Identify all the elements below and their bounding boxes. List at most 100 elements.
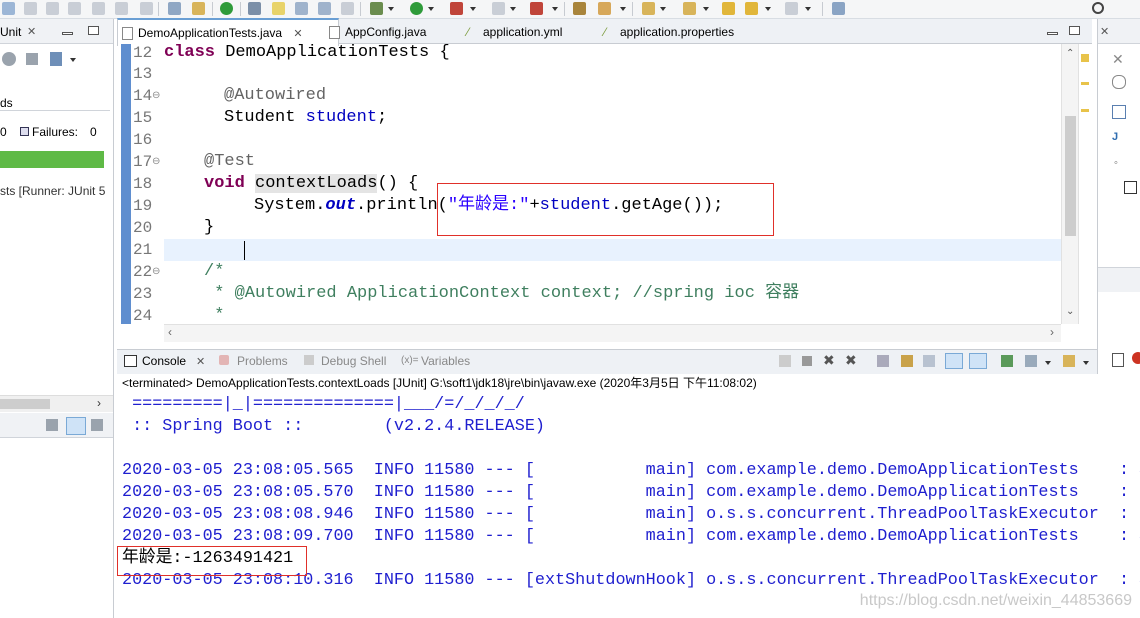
toolbar-icon[interactable] [115, 2, 128, 15]
console-status: <terminated> DemoApplicationTests.contex… [117, 374, 1102, 392]
code-area[interactable]: class DemoApplicationTests { @Autowired … [164, 0, 1061, 324]
terminate-icon[interactable] [802, 356, 812, 366]
line-number: 12 [133, 44, 153, 62]
failures-label: Failures: [32, 125, 79, 139]
compare-icon[interactable] [46, 419, 58, 431]
toolbar-icon[interactable] [24, 2, 37, 15]
line-number: 24 [133, 307, 153, 325]
toolbar-icon[interactable] [92, 2, 105, 15]
watermark: https://blog.csdn.net/weixin_44853669 [859, 592, 1132, 609]
console-icon [124, 355, 137, 367]
console-tabbar: Console ✕ Problems Debug Shell (x)= Vari… [117, 349, 1097, 375]
overview-ruler [1078, 44, 1093, 324]
text-cursor [244, 241, 245, 260]
line-number: 19 [133, 197, 153, 215]
highlight-box [117, 546, 307, 576]
line-number: 16 [133, 131, 153, 149]
status-icon[interactable] [1132, 352, 1140, 364]
code-line: * [204, 306, 225, 324]
problems-icon [219, 355, 229, 365]
close-icon[interactable]: ✕ [1100, 25, 1109, 38]
line-number: 17 [133, 153, 153, 171]
open-console-icon[interactable] [1063, 355, 1075, 367]
tab-variables[interactable]: Variables [421, 354, 470, 368]
scroll-up-icon[interactable]: ⌃ [1066, 48, 1074, 59]
layout-icon[interactable] [91, 419, 103, 431]
code-line: @Test [204, 152, 256, 171]
checkbox[interactable] [1124, 181, 1137, 194]
console-line: 2020-03-05 23:08:05.565 INFO 11580 --- [… [122, 461, 1140, 480]
code-line: void contextLoads() { [204, 174, 419, 193]
failures-count: 0 [90, 125, 97, 139]
console-line: 2020-03-05 23:08:08.946 INFO 11580 --- [… [122, 505, 1140, 524]
toolbar-icon[interactable] [140, 2, 153, 15]
filter-icon[interactable] [66, 417, 86, 435]
remove-launch-icon[interactable]: ✖ [823, 352, 835, 369]
scroll-down-icon[interactable]: ⌄ [1066, 306, 1074, 317]
display-console-icon[interactable] [1025, 355, 1037, 367]
runner-label[interactable]: sts [Runner: JUnit 5 [0, 184, 105, 198]
highlight-box [437, 183, 774, 236]
maximize-icon[interactable] [1069, 26, 1080, 35]
pin-console-icon[interactable] [1001, 355, 1013, 367]
console-output[interactable]: =========|_|==============|___/=/_/_/_/ … [117, 392, 1140, 618]
outline-tabbar: ✕ [1098, 19, 1140, 44]
word-wrap-icon[interactable] [923, 355, 935, 367]
editor-hscrollbar[interactable]: ‹ › [164, 324, 1061, 342]
search-icon[interactable] [1092, 2, 1104, 14]
clear-console-icon[interactable] [877, 355, 889, 367]
code-line: Student student; [224, 108, 388, 127]
line-number: 14 [133, 87, 153, 105]
junit-tab[interactable]: Unit ✕ [0, 19, 113, 44]
toolbar-icon[interactable] [46, 2, 59, 15]
toolbar-icon[interactable] [68, 2, 81, 15]
toolbar-icon[interactable] [2, 2, 15, 15]
outline-view: ✕ ✕ J ◦ [1097, 19, 1140, 345]
close-icon[interactable]: ✕ [1112, 51, 1124, 68]
debug-shell-icon [304, 355, 314, 365]
scroll-thumb[interactable] [1065, 116, 1076, 236]
show-on-error-icon[interactable] [969, 353, 987, 369]
junit-view: Unit ✕ ds 0 Failures: 0 sts [Runner: JUn… [0, 19, 114, 618]
code-line: /* [204, 262, 225, 281]
loads-label: ds [0, 96, 13, 110]
fold-icon[interactable]: ⊖ [152, 156, 160, 167]
collapse-icon[interactable] [1112, 105, 1126, 119]
history-icon[interactable] [50, 52, 62, 66]
code-line: @Autowired [224, 86, 327, 105]
line-number: 20 [133, 219, 153, 237]
tab-debug-shell[interactable]: Debug Shell [321, 354, 386, 368]
tab-console[interactable]: Console [142, 354, 186, 368]
fold-icon[interactable]: ⊖ [152, 266, 160, 277]
scroll-lock-icon[interactable] [901, 355, 913, 367]
line-number: 23 [133, 285, 153, 303]
minimize-icon[interactable] [62, 32, 73, 35]
console-line: 2020-03-05 23:08:09.700 INFO 11580 --- [… [122, 527, 1140, 546]
java-outline-icon[interactable]: J [1112, 131, 1118, 143]
tab-problems[interactable]: Problems [237, 354, 288, 368]
close-icon[interactable]: ✕ [27, 25, 36, 38]
code-line: class DemoApplicationTests { [164, 43, 450, 62]
editor-vscrollbar[interactable]: ⌃ ⌄ [1061, 44, 1079, 324]
maximize-icon[interactable] [88, 26, 99, 35]
show-on-output-icon[interactable] [945, 353, 963, 369]
left-hscrollbar[interactable]: › [0, 395, 113, 412]
code-line: * @Autowired ApplicationContext context;… [204, 284, 800, 303]
fold-icon[interactable]: ⊖ [152, 90, 160, 101]
console-line: :: Spring Boot :: (v2.2.4.RELEASE) [122, 417, 545, 436]
node-icon[interactable]: ◦ [1114, 157, 1118, 169]
console-line: 2020-03-05 23:08:05.570 INFO 11580 --- [… [122, 483, 1140, 502]
stop-icon[interactable] [26, 53, 38, 65]
line-number: 15 [133, 109, 153, 127]
errors-count: 0 [0, 125, 7, 139]
failures-icon [20, 127, 29, 136]
java-file-icon [122, 27, 133, 40]
rerun-icon[interactable] [2, 52, 16, 66]
line-number: 22 [133, 263, 153, 281]
close-icon[interactable]: ✕ [196, 355, 205, 368]
clipboard-icon[interactable] [1112, 353, 1124, 367]
link-icon[interactable] [779, 355, 791, 367]
code-line: } [204, 218, 215, 237]
remove-all-icon[interactable]: ✖ [845, 352, 857, 369]
hide-icon[interactable] [1112, 75, 1126, 89]
